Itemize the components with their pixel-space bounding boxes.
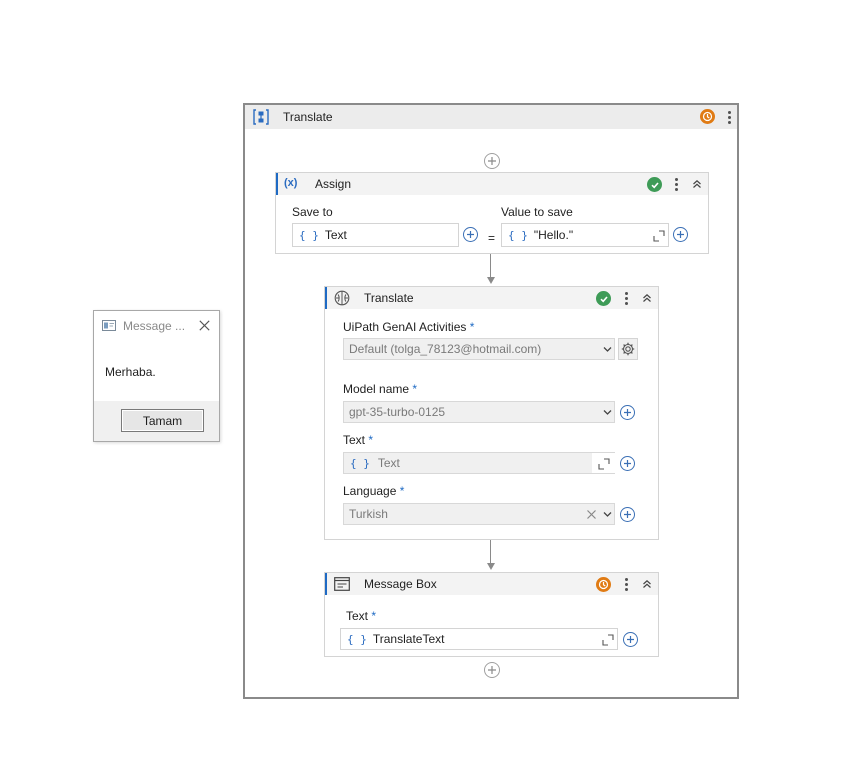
- value-to-save-label: Value to save: [501, 205, 573, 219]
- connection-select[interactable]: Default (tolga_78123@hotmail.com): [343, 338, 615, 360]
- assign-title: Assign: [315, 177, 352, 191]
- connector-line: [490, 540, 491, 564]
- translate-accent: [325, 287, 327, 309]
- valid-check-icon[interactable]: [596, 291, 611, 306]
- chevron-down-icon[interactable]: [603, 511, 612, 518]
- assign-variable-icon: (x): [284, 177, 298, 189]
- model-name-select[interactable]: gpt-35-turbo-0125: [343, 401, 615, 423]
- model-add-icon[interactable]: [620, 405, 635, 420]
- gear-icon: [621, 342, 635, 356]
- text-value: Text: [377, 456, 400, 470]
- connector-arrow-icon: [487, 277, 495, 284]
- popup-footer: Tamam: [94, 401, 219, 441]
- sequence-title: Translate: [283, 110, 333, 124]
- collapse-icon[interactable]: [640, 576, 654, 592]
- message-box-card[interactable]: Message Box Text * { } TranslateText: [324, 572, 659, 657]
- chevron-down-icon[interactable]: [603, 409, 612, 416]
- connection-settings-button[interactable]: [618, 338, 638, 360]
- add-activity-bottom-icon[interactable]: [484, 662, 500, 678]
- close-icon[interactable]: [199, 320, 210, 331]
- message-popup-window[interactable]: Message ... Merhaba. Tamam: [93, 310, 220, 442]
- expression-brace-icon: { }: [299, 228, 319, 242]
- translate-menu-icon[interactable]: [620, 290, 632, 306]
- sequence-container[interactable]: Translate (x) Assign Save to Value to sa…: [243, 103, 739, 699]
- sequence-icon: [253, 109, 269, 125]
- expand-editor-icon[interactable]: [653, 230, 665, 242]
- warning-clock-icon[interactable]: [700, 109, 715, 124]
- expression-brace-icon: { }: [350, 456, 370, 470]
- translate-card[interactable]: Translate UiPath GenAI Activities * Defa…: [324, 286, 659, 540]
- expand-editor-icon[interactable]: [598, 458, 610, 470]
- translate-title: Translate: [364, 291, 414, 305]
- collapse-icon[interactable]: [640, 290, 654, 306]
- value-to-save-input[interactable]: { } "Hello.": [501, 223, 669, 247]
- sequence-header[interactable]: Translate: [245, 105, 737, 129]
- language-select[interactable]: Turkish: [343, 503, 615, 525]
- expression-brace-icon: { }: [347, 632, 367, 646]
- model-name-label: Model name *: [343, 382, 418, 396]
- popup-title: Message ...: [123, 319, 186, 333]
- assign-header[interactable]: (x) Assign: [276, 173, 708, 195]
- message-window-icon: [334, 577, 350, 591]
- save-to-add-icon[interactable]: [463, 227, 478, 242]
- ok-button[interactable]: Tamam: [121, 409, 204, 432]
- model-name-value: gpt-35-turbo-0125: [349, 405, 446, 419]
- language-add-icon[interactable]: [620, 507, 635, 522]
- message-box-title: Message Box: [364, 577, 437, 591]
- value-add-icon[interactable]: [673, 227, 688, 242]
- popup-titlebar[interactable]: Message ...: [94, 311, 219, 341]
- sequence-menu-icon[interactable]: [723, 109, 735, 125]
- translate-header[interactable]: Translate: [325, 287, 658, 309]
- message-text-value: TranslateText: [372, 632, 445, 646]
- clear-icon[interactable]: [586, 509, 597, 520]
- brain-icon: [334, 290, 350, 306]
- text-label: Text *: [343, 433, 374, 447]
- message-text-input[interactable]: { } TranslateText: [340, 628, 618, 650]
- message-text-label: Text *: [346, 609, 377, 623]
- language-value: Turkish: [349, 507, 388, 521]
- equals-sign: =: [488, 231, 496, 245]
- message-add-icon[interactable]: [623, 632, 638, 647]
- save-to-input[interactable]: { } Text: [292, 223, 459, 247]
- save-to-label: Save to: [292, 205, 333, 219]
- language-label: Language *: [343, 484, 405, 498]
- expand-editor-icon[interactable]: [602, 634, 614, 646]
- connection-value: Default (tolga_78123@hotmail.com): [349, 342, 542, 356]
- assign-accent: [276, 173, 278, 195]
- expression-brace-icon: { }: [508, 228, 528, 242]
- collapse-icon[interactable]: [690, 176, 704, 192]
- connector-arrow-icon: [487, 563, 495, 570]
- assign-card[interactable]: (x) Assign Save to Value to save { } Tex…: [275, 172, 709, 254]
- message-box-accent: [325, 573, 327, 595]
- text-input[interactable]: { } Text: [343, 452, 615, 474]
- valid-check-icon[interactable]: [647, 177, 662, 192]
- window-app-icon: [102, 320, 116, 331]
- message-box-header[interactable]: Message Box: [325, 573, 658, 595]
- add-activity-top-icon[interactable]: [484, 153, 500, 169]
- message-box-menu-icon[interactable]: [620, 576, 632, 592]
- connection-label: UiPath GenAI Activities *: [343, 320, 475, 334]
- text-add-icon[interactable]: [620, 456, 635, 471]
- save-to-value: Text: [324, 228, 347, 242]
- popup-message: Merhaba.: [105, 365, 156, 379]
- chevron-down-icon[interactable]: [603, 346, 612, 353]
- warning-clock-icon[interactable]: [596, 577, 611, 592]
- assign-menu-icon[interactable]: [670, 176, 682, 192]
- connector-line: [490, 254, 491, 278]
- value-to-save-value: "Hello.": [533, 228, 574, 242]
